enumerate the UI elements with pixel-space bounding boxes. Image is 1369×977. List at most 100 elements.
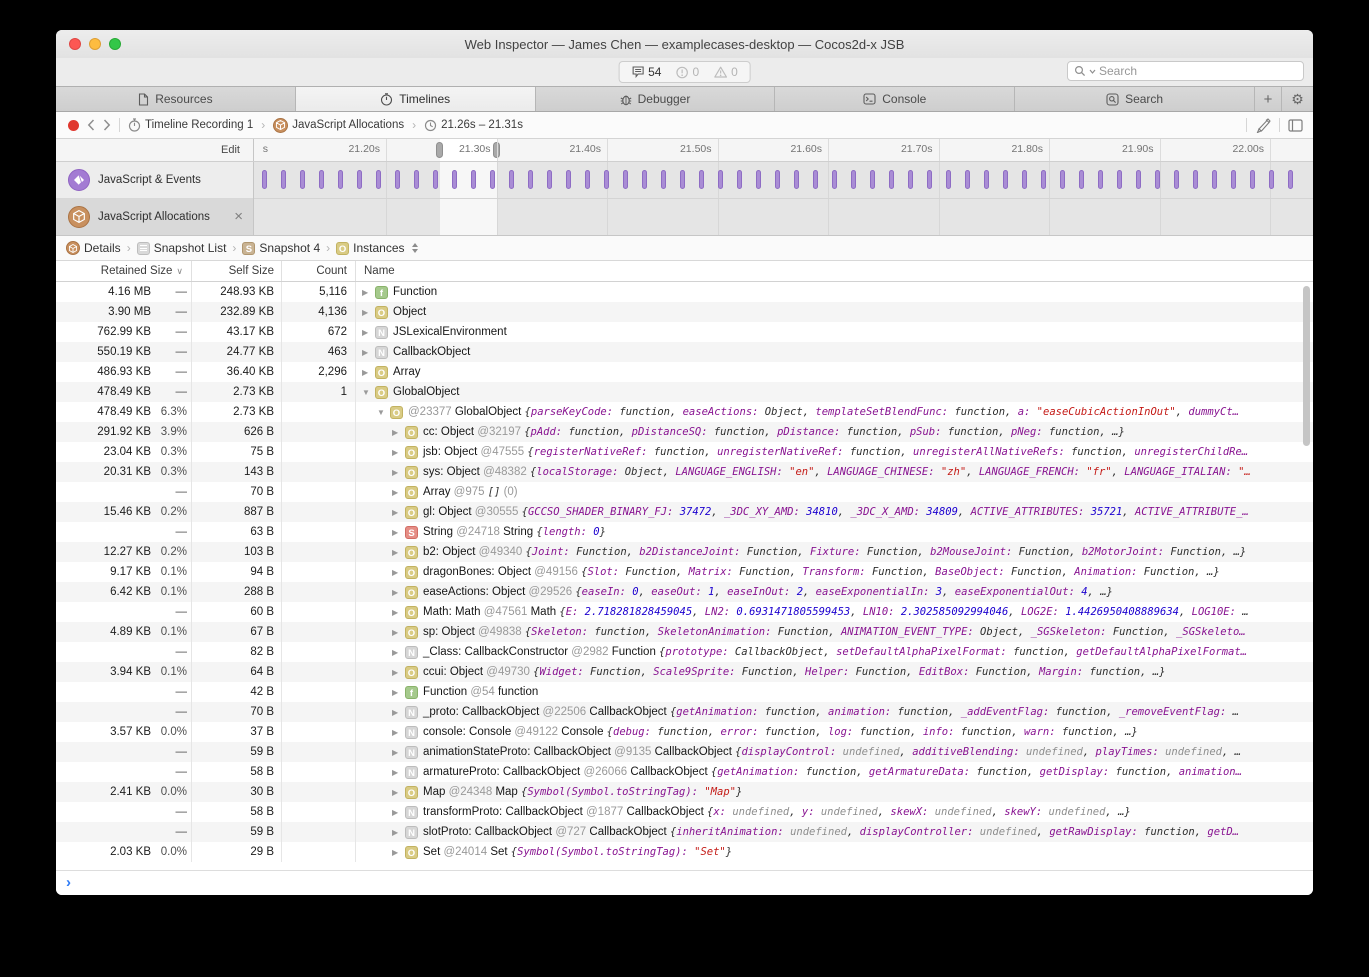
disclosure-triangle-icon[interactable]: ▶ <box>392 808 405 817</box>
table-row[interactable]: 2.03 KB0.0%29 B▶OSet @24014 Set {Symbol(… <box>56 842 1313 862</box>
console-messages-button[interactable]: 54 <box>631 65 661 79</box>
table-row[interactable]: 291.92 KB3.9%626 B▶Occ: Object @32197 {p… <box>56 422 1313 442</box>
column-header-self-size[interactable]: Self Size <box>192 261 282 281</box>
disclosure-triangle-icon[interactable]: ▶ <box>392 568 405 577</box>
name-segment: GlobalObject <box>455 406 525 418</box>
table-row[interactable]: —58 B▶NarmatureProto: CallbackObject @26… <box>56 762 1313 782</box>
forward-icon[interactable] <box>103 119 111 131</box>
new-tab-button[interactable]: + <box>1255 87 1282 111</box>
disclosure-triangle-icon[interactable]: ▶ <box>392 668 405 677</box>
disclosure-triangle-icon[interactable]: ▶ <box>392 728 405 737</box>
column-header-name[interactable]: Name <box>356 261 1313 281</box>
table-row[interactable]: 762.99 KB—43.17 KB672▶NJSLexicalEnvironm… <box>56 322 1313 342</box>
disclosure-triangle-icon[interactable]: ▶ <box>362 328 375 337</box>
table-row[interactable]: —59 B▶NslotProto: CallbackObject @727 Ca… <box>56 822 1313 842</box>
disclosure-triangle-icon[interactable]: ▶ <box>392 588 405 597</box>
disclosure-triangle-icon[interactable]: ▶ <box>392 628 405 637</box>
disclosure-triangle-icon[interactable]: ▶ <box>392 788 405 797</box>
table-row[interactable]: 2.41 KB0.0%30 B▶OMap @24348 Map {Symbol(… <box>56 782 1313 802</box>
table-row[interactable]: 23.04 KB0.3%75 B▶Ojsb: Object @47555 {re… <box>56 442 1313 462</box>
disclosure-triangle-icon[interactable]: ▶ <box>392 428 405 437</box>
table-row[interactable]: 478.49 KB—2.73 KB1▼OGlobalObject <box>56 382 1313 402</box>
tab-console[interactable]: Console <box>775 87 1015 111</box>
table-row[interactable]: 15.46 KB0.2%887 B▶Ogl: Object @30555 {GC… <box>56 502 1313 522</box>
track-javascript-events[interactable]: JavaScript & Events <box>56 162 253 199</box>
breadcrumb-time-range[interactable]: 21.26s – 21.31s <box>424 119 523 132</box>
vertical-scrollbar[interactable] <box>1303 286 1310 446</box>
table-row[interactable]: 4.16 MB—248.93 KB5,116▶fFunction <box>56 282 1313 302</box>
table-row[interactable]: 478.49 KB6.3%2.73 KB▼O@23377 GlobalObjec… <box>56 402 1313 422</box>
edit-instruments-button[interactable]: Edit <box>56 139 254 161</box>
table-row[interactable]: —70 B▶N_proto: CallbackObject @22506 Cal… <box>56 702 1313 722</box>
disclosure-triangle-icon[interactable]: ▶ <box>392 688 405 697</box>
disclosure-triangle-icon[interactable]: ▶ <box>392 828 405 837</box>
table-row[interactable]: —59 B▶NanimationStateProto: CallbackObje… <box>56 742 1313 762</box>
breadcrumb-allocations[interactable]: JavaScript Allocations <box>273 118 404 133</box>
close-window-button[interactable] <box>69 38 81 50</box>
disclosure-triangle-icon[interactable]: ▶ <box>392 748 405 757</box>
table-row[interactable]: 3.94 KB0.1%64 B▶Occui: Object @49730 {Wi… <box>56 662 1313 682</box>
breadcrumb-details[interactable]: Details <box>66 241 121 255</box>
breadcrumb-recording[interactable]: Timeline Recording 1 <box>128 118 253 132</box>
disclosure-triangle-icon[interactable]: ▶ <box>392 508 405 517</box>
breadcrumb-snapshot-4[interactable]: S Snapshot 4 <box>242 241 320 255</box>
disclosure-triangle-icon[interactable]: ▶ <box>392 528 405 537</box>
disclosure-triangle-icon[interactable]: ▶ <box>362 368 375 377</box>
column-header-count[interactable]: Count <box>282 261 356 281</box>
tab-search[interactable]: Search <box>1015 87 1255 111</box>
minimize-window-button[interactable] <box>89 38 101 50</box>
disclosure-triangle-icon[interactable]: ▼ <box>377 408 390 417</box>
console-warnings-button[interactable]: 0 <box>713 65 738 79</box>
name-segment: Object, <box>618 466 675 478</box>
tab-timelines[interactable]: Timelines <box>296 87 536 111</box>
back-icon[interactable] <box>87 119 95 131</box>
inspect-element-icon[interactable] <box>1255 118 1271 133</box>
close-track-icon[interactable]: × <box>234 209 243 224</box>
table-row[interactable]: 9.17 KB0.1%94 B▶OdragonBones: Object @49… <box>56 562 1313 582</box>
search-input[interactable]: Search <box>1067 61 1304 81</box>
tab-debugger[interactable]: Debugger <box>536 87 776 111</box>
name-segment: CallbackObject <box>393 346 470 358</box>
table-row[interactable]: 486.93 KB—36.40 KB2,296▶OArray <box>56 362 1313 382</box>
disclosure-triangle-icon[interactable]: ▶ <box>392 448 405 457</box>
table-row[interactable]: —42 B▶fFunction @54 function <box>56 682 1313 702</box>
table-row[interactable]: —70 B▶OArray @975 [] (0) <box>56 482 1313 502</box>
disclosure-triangle-icon[interactable]: ▶ <box>362 308 375 317</box>
disclosure-triangle-icon[interactable]: ▶ <box>392 648 405 657</box>
record-button[interactable] <box>68 120 79 131</box>
table-row[interactable]: 550.19 KB—24.77 KB463▶NCallbackObject <box>56 342 1313 362</box>
table-row[interactable]: —60 B▶OMath: Math @47561 Math {E: 2.7182… <box>56 602 1313 622</box>
disclosure-triangle-icon[interactable]: ▶ <box>392 488 405 497</box>
zoom-window-button[interactable] <box>109 38 121 50</box>
disclosure-triangle-icon[interactable]: ▼ <box>362 388 375 397</box>
settings-button[interactable]: ⚙ <box>1282 87 1313 111</box>
table-row[interactable]: —58 B▶NtransformProto: CallbackObject @1… <box>56 802 1313 822</box>
breadcrumb-instances[interactable]: O Instances <box>336 241 417 255</box>
table-row[interactable]: 3.57 KB0.0%37 B▶Nconsole: Console @49122… <box>56 722 1313 742</box>
disclosure-triangle-icon[interactable]: ▶ <box>392 708 405 717</box>
quick-console[interactable]: › <box>56 870 1313 895</box>
disclosure-triangle-icon[interactable]: ▶ <box>392 608 405 617</box>
table-row[interactable]: 3.90 MB—232.89 KB4,136▶OObject <box>56 302 1313 322</box>
tab-resources[interactable]: Resources <box>56 87 296 111</box>
disclosure-triangle-icon[interactable]: ▶ <box>392 468 405 477</box>
console-errors-button[interactable]: 0 <box>675 65 699 79</box>
table-row[interactable]: 6.42 KB0.1%288 B▶OeaseActions: Object @2… <box>56 582 1313 602</box>
sort-indicator-icon: ∨ <box>176 266 183 277</box>
table-row[interactable]: —63 B▶SString @24718 String {length: 0} <box>56 522 1313 542</box>
column-header-retained-size[interactable]: Retained Size ∨ <box>56 261 192 281</box>
disclosure-triangle-icon[interactable]: ▶ <box>392 768 405 777</box>
breadcrumb-snapshot-list[interactable]: Snapshot List <box>137 241 227 255</box>
timeline-track-area[interactable] <box>254 162 1313 235</box>
view-mode-stepper-icon[interactable] <box>412 243 418 253</box>
disclosure-triangle-icon[interactable]: ▶ <box>392 848 405 857</box>
disclosure-triangle-icon[interactable]: ▶ <box>362 288 375 297</box>
table-row[interactable]: —82 B▶N_Class: CallbackConstructor @2982… <box>56 642 1313 662</box>
disclosure-triangle-icon[interactable]: ▶ <box>392 548 405 557</box>
track-javascript-allocations[interactable]: JavaScript Allocations × <box>56 199 253 236</box>
table-row[interactable]: 4.89 KB0.1%67 B▶Osp: Object @49838 {Skel… <box>56 622 1313 642</box>
disclosure-triangle-icon[interactable]: ▶ <box>362 348 375 357</box>
toggle-details-sidebar-icon[interactable] <box>1288 119 1303 132</box>
table-row[interactable]: 12.27 KB0.2%103 B▶Ob2: Object @49340 {Jo… <box>56 542 1313 562</box>
table-row[interactable]: 20.31 KB0.3%143 B▶Osys: Object @48382 {l… <box>56 462 1313 482</box>
